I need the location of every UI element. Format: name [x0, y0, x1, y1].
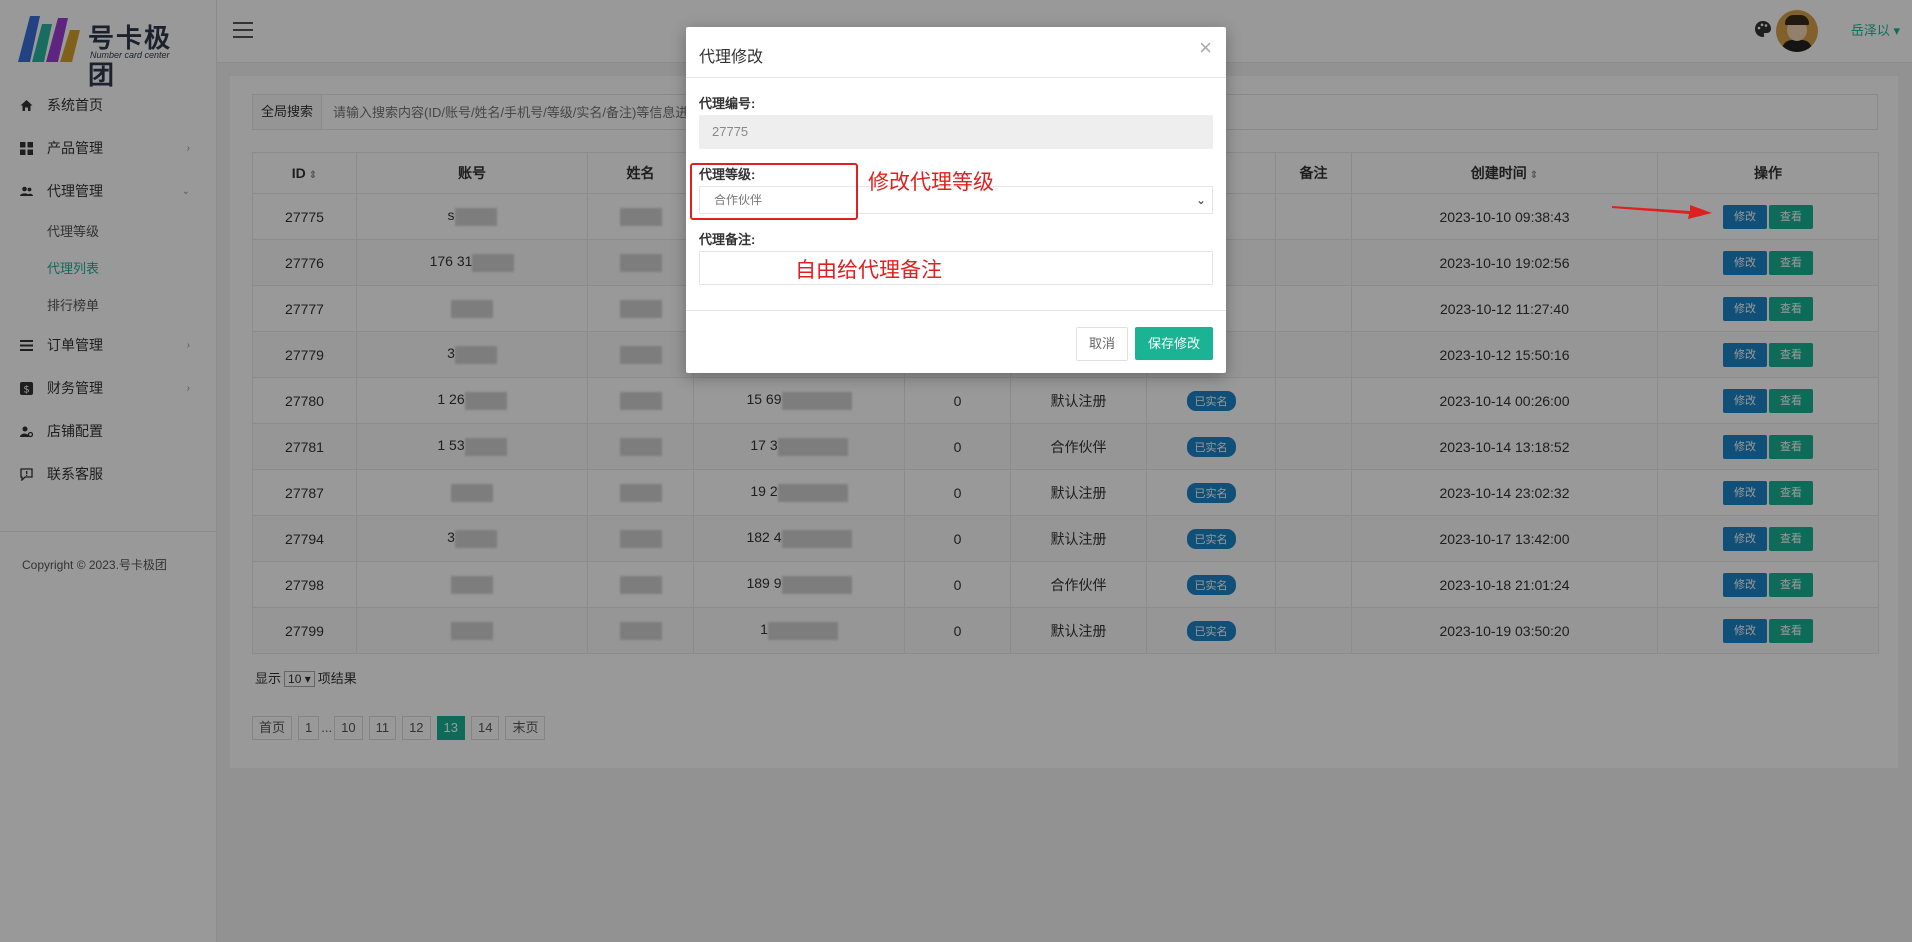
cancel-button[interactable]: 取消	[1076, 327, 1128, 361]
annotation-highlight-box	[690, 163, 858, 220]
annotation-level-note: 修改代理等级	[868, 170, 994, 194]
modal-header: 代理修改 ×	[686, 27, 1226, 78]
save-button[interactable]: 保存修改	[1135, 327, 1213, 360]
agent-id-field: 27775	[699, 115, 1213, 149]
annotation-remark-note: 自由给代理备注	[795, 258, 942, 282]
annotation-arrow-icon	[1612, 205, 1712, 219]
agent-remark-label: 代理备注:	[699, 232, 756, 247]
chevron-down-icon: ⌄	[1195, 193, 1206, 207]
agent-id-label: 代理编号:	[699, 96, 756, 111]
modal-title: 代理修改	[699, 49, 764, 66]
close-icon[interactable]: ×	[1199, 35, 1212, 61]
agent-remark-field[interactable]	[699, 251, 1213, 285]
modal-footer-divider	[686, 310, 1226, 311]
